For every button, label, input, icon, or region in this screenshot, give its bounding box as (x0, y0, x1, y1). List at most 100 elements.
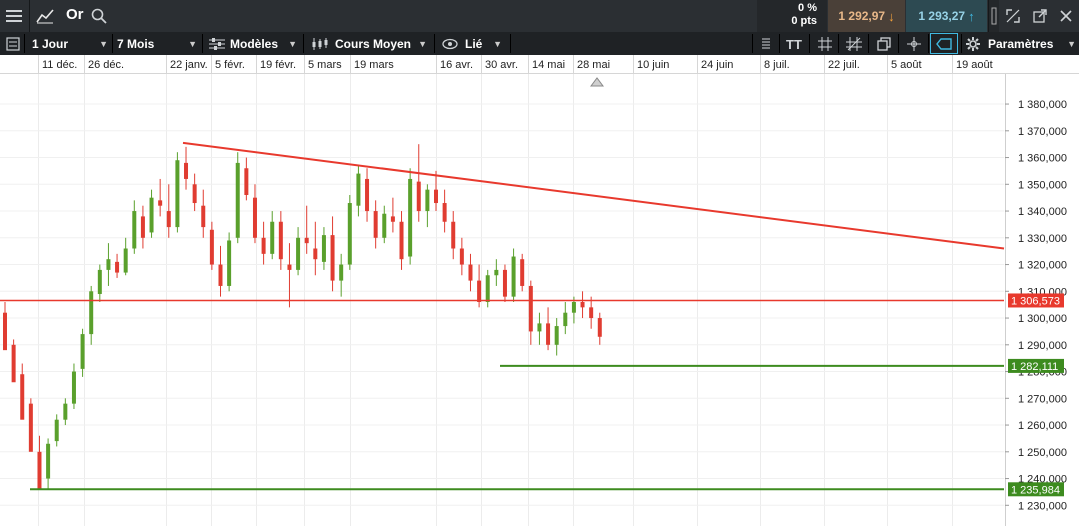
sell-price-button[interactable]: 1 292,97 ↓ (828, 0, 905, 32)
y-tick-label: 1 370,000 (1018, 126, 1067, 138)
x-tick-label: 5 févr. (215, 59, 245, 71)
candle-body (451, 221, 456, 249)
indicator-label: Cours Moyen (335, 36, 412, 51)
candle-body (149, 197, 154, 233)
candle-body (442, 203, 447, 222)
x-tick-label: 22 janv. (170, 59, 208, 71)
candle-body (184, 162, 189, 179)
trading-window: Or 0 % 0 pts 1 292,97 ↓ 1 293,27 ↑ 1 Jou… (0, 0, 1079, 526)
x-tick-label: 10 juin (637, 59, 669, 71)
range-dropdown[interactable]: 7 Mois ▼ (117, 32, 197, 55)
timeframe-label: 1 Jour (32, 36, 69, 51)
candle-body (201, 205, 206, 228)
y-tick-label: 1 300,000 (1018, 313, 1067, 325)
search-icon[interactable] (88, 0, 110, 32)
settings-label: Paramètres (988, 36, 1054, 51)
popout-icon[interactable] (1027, 0, 1053, 32)
settings-button[interactable]: Paramètres ▼ (966, 32, 1076, 55)
templates-dropdown[interactable]: Modèles ▼ (209, 32, 297, 55)
range-label: 7 Mois (117, 36, 155, 51)
grid-icon[interactable] (814, 32, 836, 55)
candle-body (218, 264, 223, 286)
candle-body (373, 211, 378, 238)
fullscreen-icon[interactable] (1000, 0, 1026, 32)
candle-body (20, 374, 25, 420)
y-tick-label: 1 290,000 (1018, 340, 1067, 352)
change-box: 0 % 0 pts (757, 0, 827, 32)
indicator-dropdown[interactable]: Cours Moyen ▼ (311, 32, 427, 55)
candle-body (321, 235, 326, 262)
candle-body (330, 235, 335, 281)
candle-body (347, 203, 352, 265)
candle-body (37, 451, 42, 490)
candle-body (365, 178, 370, 212)
y-tick-label: 1 330,000 (1018, 233, 1067, 245)
y-tick-label: 1 350,000 (1018, 179, 1067, 191)
y-tick-label: 1 340,000 (1018, 206, 1067, 218)
buy-price-button[interactable]: 1 293,27 ↑ (906, 0, 987, 32)
candle-body (528, 285, 533, 332)
chart-line-icon[interactable] (30, 0, 60, 32)
candle-body (192, 184, 197, 204)
candle-body (54, 419, 59, 442)
svg-text:TT: TT (786, 37, 802, 51)
caret-down-icon: ▼ (288, 38, 297, 49)
candle-body (356, 173, 361, 206)
buy-price: 1 293,27 (918, 9, 966, 23)
support-price-tag-2: 1 235,984 (1011, 484, 1060, 496)
close-icon[interactable] (1053, 0, 1079, 32)
copy-icon[interactable] (873, 32, 895, 55)
menu-icon[interactable] (0, 0, 28, 32)
candle-body (89, 291, 94, 335)
candle-body (106, 259, 111, 270)
candle-body (71, 371, 76, 404)
top-bar: Or 0 % 0 pts 1 292,97 ↓ 1 293,27 ↑ (0, 0, 1079, 32)
candle-body (546, 323, 551, 345)
candle-body (580, 302, 585, 308)
candle-body (477, 280, 482, 302)
candle-body (158, 200, 163, 206)
x-tick-label: 8 juil. (764, 59, 790, 71)
candle-body (3, 312, 7, 351)
x-tick-label: 14 mai (532, 59, 565, 71)
text-tool-icon[interactable]: TT (784, 32, 806, 55)
y-tick-label: 1 260,000 (1018, 420, 1067, 432)
support-price-tag-1: 1 282,111 (1011, 361, 1058, 373)
scroll-marker-icon[interactable] (590, 77, 604, 87)
candle-body (97, 269, 102, 294)
layout-icon[interactable] (6, 32, 20, 55)
templates-label: Modèles (230, 36, 279, 51)
candle-body (494, 269, 499, 276)
candle-body (425, 189, 430, 212)
x-tick-label: 19 août (956, 59, 993, 71)
candles-icon (312, 37, 328, 50)
sell-price: 1 292,97 (838, 9, 886, 23)
candle-body (339, 264, 344, 281)
candle-body (571, 302, 576, 313)
candle-body (244, 168, 249, 195)
drawing-tool-icon[interactable] (843, 32, 865, 55)
candle-body (63, 403, 68, 420)
candle-body (502, 269, 507, 297)
candle-body (485, 275, 490, 302)
candle-body (408, 178, 413, 257)
candle-body (416, 181, 421, 212)
sliders-icon (209, 37, 225, 50)
caret-down-icon: ▼ (1067, 38, 1076, 49)
y-tick-label: 1 360,000 (1018, 153, 1067, 165)
x-tick-label: 5 août (891, 59, 922, 71)
candle-body (132, 211, 137, 249)
crosshair-icon[interactable] (903, 32, 925, 55)
trendline[interactable] (182, 141, 1005, 250)
arrow-down-icon: ↓ (888, 8, 895, 24)
timeframe-dropdown[interactable]: 1 Jour ▼ (32, 32, 108, 55)
price-chart[interactable]: 11 déc. 26 déc. 22 janv. 5 févr. 19 févr. 5 m… (0, 55, 1079, 526)
candle-body (304, 237, 309, 244)
candle-body (313, 248, 318, 260)
candle-body (511, 256, 516, 297)
link-dropdown[interactable]: Lié ▼ (442, 32, 502, 55)
candle-body (390, 216, 395, 222)
watchlist-icon[interactable] (757, 32, 775, 55)
collapse-icon[interactable] (989, 0, 999, 32)
tag-icon[interactable] (930, 33, 958, 54)
